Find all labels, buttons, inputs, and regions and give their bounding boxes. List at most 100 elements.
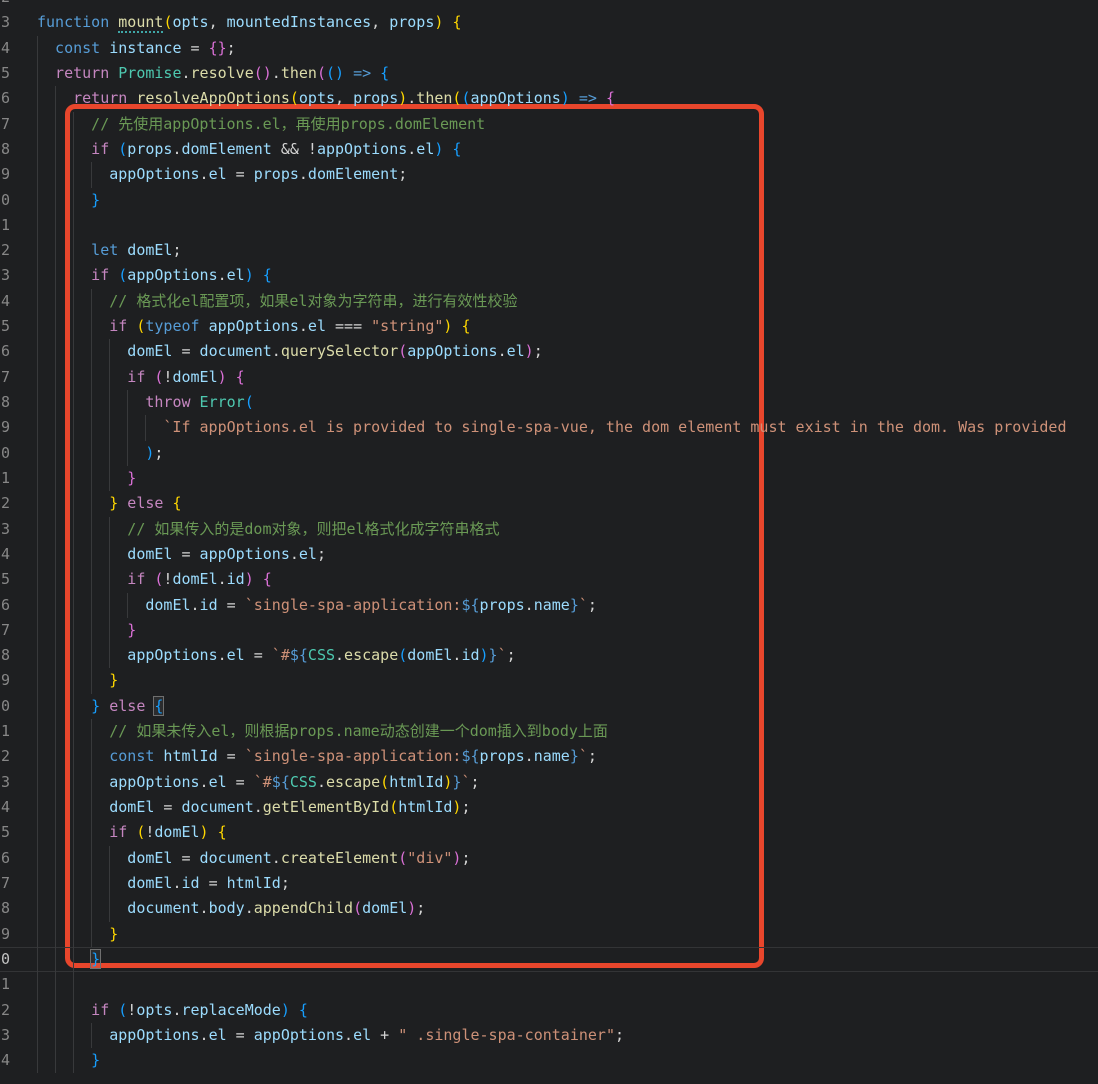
indent-guide [73,719,75,745]
line-number[interactable]: 3 [1,10,35,35]
code-line[interactable]: 9 `If appOptions.el is provided to single… [0,415,1098,441]
code-line[interactable]: 0} [0,946,1098,973]
line-number[interactable]: 1 [1,466,35,491]
code-line[interactable]: 9} [0,668,1098,694]
indent-guide [55,491,57,517]
code-line[interactable]: 0); [0,440,1098,466]
code-line[interactable]: 7 if (!domEl) { [0,364,1098,390]
indent-guide [55,997,57,1023]
line-number[interactable]: 6 [1,339,35,364]
line-number[interactable]: 3 [1,1023,35,1048]
code-line[interactable]: 1 [0,972,1098,998]
code-line[interactable]: 5 if (!domEl.id) { [0,567,1098,593]
line-number[interactable]: 2 [1,491,35,516]
code-line[interactable]: 0} else { [0,693,1098,720]
line-number[interactable]: 1 [1,972,35,997]
line-number[interactable]: 3 [1,263,35,288]
line-number[interactable]: 4 [1,795,35,820]
line-number[interactable]: 3 [1,770,35,795]
code-line[interactable]: 5 if (!domEl) { [0,820,1098,846]
code-line[interactable]: 3 if (appOptions.el) { [0,263,1098,289]
line-number[interactable]: 4 [1,542,35,567]
code-line[interactable]: 9 appOptions.el = props.domElement; [0,162,1098,188]
line-number[interactable]: 5 [1,567,35,592]
code-line[interactable]: 6 domEl.id = `single-spa-application:${pr… [0,592,1098,618]
indent-guide [91,795,93,821]
line-number[interactable]: 7 [1,618,35,643]
code-line[interactable]: 1 // 如果未传入el，则根据props.name动态创建一个dom插入到bod… [0,719,1098,745]
code-line[interactable]: 4 domEl = document.getElementById(htmlId)… [0,795,1098,821]
code-editor-viewport[interactable]: 23function mount(opts, mountedInstances,… [0,0,1098,1074]
line-number[interactable]: 2 [1,744,35,769]
code-text: `If appOptions.el is provided to single-… [163,418,1067,437]
code-line[interactable]: 3 // 如果传入的是dom对象，则把el格式化成字符串格式 [0,516,1098,542]
code-line[interactable]: 8 if (props.domElement && !appOptions.el)… [0,136,1098,163]
code-line[interactable]: 4} [0,1048,1098,1074]
line-number[interactable]: 6 [1,846,35,871]
line-number[interactable]: 0 [1,441,35,466]
code-line[interactable]: 0} [0,187,1098,213]
code-line[interactable]: 3 function mount(opts, mountedInstances, … [0,10,1098,35]
code-line[interactable]: 7 domEl.id = htmlId; [0,870,1098,897]
indent-guide [91,390,93,416]
code-line[interactable]: 9} [0,921,1098,947]
line-number[interactable]: 0 [1,188,35,213]
code-line[interactable]: 6 domEl = document.createElement("div"); [0,845,1098,871]
code-line[interactable]: 1} [0,465,1098,492]
code-text: domEl.id = htmlId; [127,873,290,892]
line-number[interactable]: 5 [1,314,35,339]
line-number[interactable]: 5 [1,61,35,86]
code-line[interactable]: 5 if (typeof appOptions.el === "string") … [0,314,1098,340]
code-line[interactable]: 4 const instance = {}; [0,35,1098,61]
line-number[interactable]: 6 [1,593,35,618]
indent-guide [73,617,75,644]
indent-guide [91,440,93,466]
line-number[interactable]: 6 [1,86,35,111]
indent-guide [73,592,75,618]
line-number[interactable]: 7 [1,871,35,896]
code-line[interactable]: 3 appOptions.el = `#${CSS.escape(htmlId)}… [0,769,1098,795]
code-line[interactable]: 2} else { [0,491,1098,517]
code-line[interactable]: 6 domEl = document.querySelector(appOptio… [0,339,1098,365]
code-line[interactable]: 5 return Promise.resolve().then(() => { [0,60,1098,87]
line-number[interactable]: 3 [1,517,35,542]
line-number[interactable]: 4 [1,36,35,61]
code-line[interactable]: 2 if (!opts.replaceMode) { [0,997,1098,1023]
code-line[interactable]: 7} [0,617,1098,644]
line-number[interactable]: 8 [1,896,35,921]
line-number[interactable]: 0 [1,694,35,719]
line-number[interactable]: 7 [1,112,35,137]
line-number[interactable]: 8 [1,643,35,668]
line-number[interactable]: 9 [1,415,35,440]
line-number[interactable]: 0 [1,947,35,972]
code-line[interactable]: 2 const htmlId = `single-spa-application:… [0,744,1098,770]
code-line[interactable]: 3 appOptions.el = appOptions.el + " .sing… [0,1022,1098,1049]
line-number[interactable]: 2 [1,998,35,1023]
code-line[interactable]: 2 [0,0,1098,10]
line-number[interactable]: 7 [1,365,35,390]
code-text: function mount(opts, mountedInstances, p… [37,13,462,34]
line-number[interactable]: 9 [1,668,35,693]
line-number[interactable]: 4 [1,289,35,314]
line-number[interactable]: 2 [1,238,35,263]
code-line[interactable]: 6 return resolveAppOptions(opts, props).t… [0,86,1098,112]
code-line[interactable]: 8 appOptions.el = `#${CSS.escape(domEl.id… [0,643,1098,669]
line-number[interactable]: 8 [1,390,35,415]
code-line[interactable]: 8 throw Error( [0,390,1098,416]
line-number[interactable]: 8 [1,137,35,162]
code-line[interactable]: 4 // 格式化el配置项，如果el对象为字符串，进行有效性校验 [0,288,1098,315]
code-line[interactable]: 4 domEl = appOptions.el; [0,541,1098,568]
line-number[interactable]: 2 [1,0,35,10]
line-number[interactable]: 1 [1,213,35,238]
line-number[interactable]: 4 [1,1048,35,1073]
indent-guide [73,820,75,846]
line-number[interactable]: 9 [1,162,35,187]
line-number[interactable]: 5 [1,820,35,845]
line-number[interactable]: 1 [1,719,35,744]
line-number[interactable]: 9 [1,922,35,947]
indent-guide [37,339,38,365]
code-line[interactable]: 8 document.body.appendChild(domEl); [0,896,1098,922]
code-line[interactable]: 1 [0,212,1098,239]
code-line[interactable]: 2 let domEl; [0,238,1098,264]
code-line[interactable]: 7 // 先使用appOptions.el，再使用props.domElement [0,111,1098,137]
